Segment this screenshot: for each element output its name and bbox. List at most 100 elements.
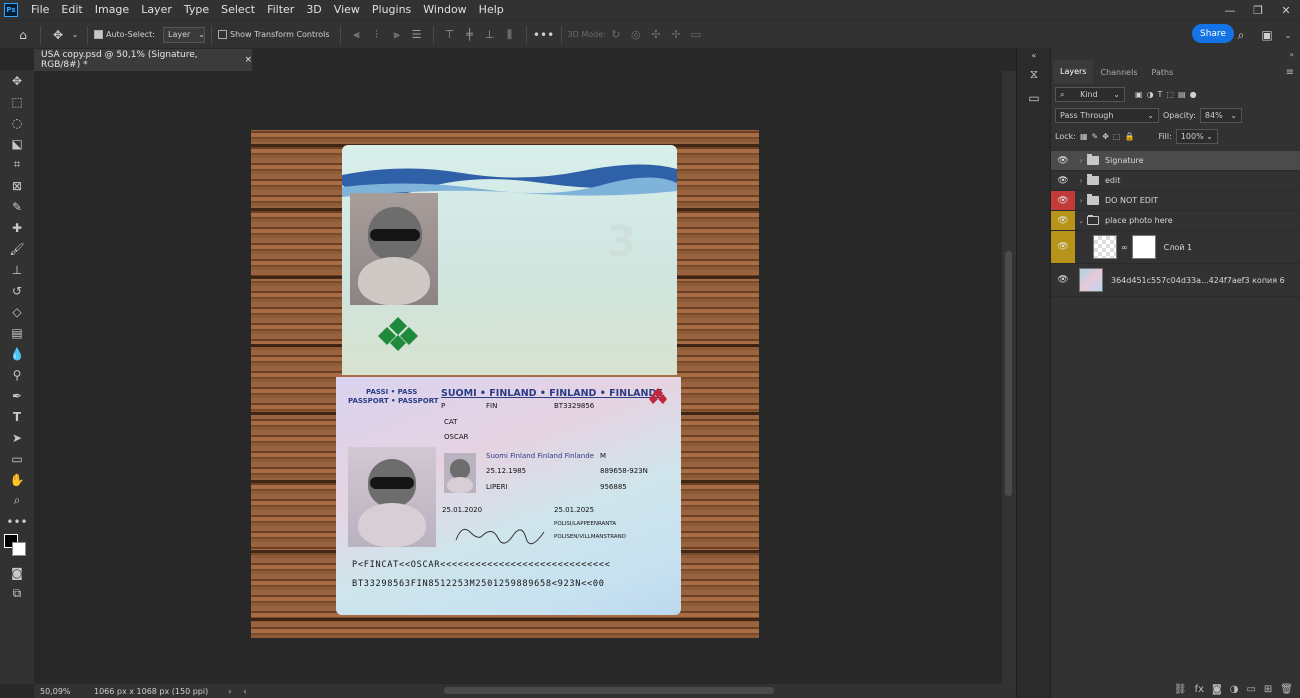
menu-help[interactable]: Help bbox=[473, 0, 510, 20]
filter-toggle-icon[interactable]: ● bbox=[1190, 90, 1197, 99]
align-bottom-icon[interactable]: ⊥ bbox=[480, 25, 500, 45]
dodge-tool-icon[interactable]: ⚲ bbox=[0, 364, 34, 385]
chevron-right-icon[interactable]: › bbox=[228, 687, 231, 696]
lock-pixels-icon[interactable]: ▦ bbox=[1080, 132, 1088, 141]
clone-stamp-tool-icon[interactable]: ⊥ bbox=[0, 259, 34, 280]
tab-channels[interactable]: Channels bbox=[1093, 60, 1144, 84]
new-group-icon[interactable]: ▭ bbox=[1246, 684, 1255, 695]
chevron-down-icon[interactable]: ⌄ bbox=[1282, 24, 1294, 46]
zoom-tool-icon[interactable]: ⌕ bbox=[0, 490, 34, 511]
brush-tool-icon[interactable]: 🖌 bbox=[0, 238, 34, 259]
link-layers-icon[interactable]: ⛓ bbox=[1174, 684, 1187, 695]
checkbox-checked-icon[interactable] bbox=[94, 30, 103, 39]
path-selection-tool-icon[interactable]: ➤ bbox=[0, 427, 34, 448]
history-panel-icon[interactable]: ⧖ bbox=[1017, 62, 1051, 86]
share-button[interactable]: Share bbox=[1192, 24, 1234, 43]
document-tab[interactable]: USA copy.psd @ 50,1% (Signature, RGB/8#)… bbox=[34, 49, 252, 71]
menu-select[interactable]: Select bbox=[215, 0, 261, 20]
new-layer-icon[interactable]: ⊞ bbox=[1264, 684, 1272, 695]
rectangle-tool-icon[interactable]: ▭ bbox=[0, 448, 34, 469]
color-swatches[interactable] bbox=[0, 532, 34, 562]
eye-icon[interactable]: 👁 bbox=[1051, 231, 1075, 263]
frame-tool-icon[interactable]: ⊠ bbox=[0, 175, 34, 196]
document-canvas[interactable]: 3 PASSI • PASS PASSPORT • PASSPORT SUOMI… bbox=[251, 130, 759, 638]
menu-plugins[interactable]: Plugins bbox=[366, 0, 417, 20]
panel-menu-icon[interactable]: ≡ bbox=[1286, 67, 1294, 78]
object-select-tool-icon[interactable]: ⬕ bbox=[0, 133, 34, 154]
fill-input[interactable]: 100% ⌄ bbox=[1175, 129, 1218, 144]
restore-button[interactable]: ❐ bbox=[1244, 0, 1272, 20]
layer-row-sloy-1[interactable]: 👁 ∞ Слой 1 bbox=[1051, 231, 1300, 264]
distribute-icon[interactable]: ☰ bbox=[407, 25, 427, 45]
healing-brush-tool-icon[interactable]: ✚ bbox=[0, 217, 34, 238]
menu-type[interactable]: Type bbox=[178, 0, 215, 20]
layer-row-place-photo-here[interactable]: 👁 ⌄ place photo here bbox=[1051, 211, 1300, 231]
lock-position-icon[interactable]: ✥ bbox=[1102, 132, 1109, 141]
menu-window[interactable]: Window bbox=[417, 0, 472, 20]
lock-paint-icon[interactable]: ✎ bbox=[1092, 132, 1099, 141]
filter-adjustment-icon[interactable]: ◑ bbox=[1147, 90, 1154, 99]
lock-all-icon[interactable]: 🔒 bbox=[1124, 132, 1134, 141]
crop-tool-icon[interactable]: ⌗ bbox=[0, 154, 34, 175]
home-icon[interactable]: ⌂ bbox=[12, 24, 34, 46]
lock-artboard-icon[interactable]: ⬚ bbox=[1113, 132, 1121, 141]
comments-panel-icon[interactable]: ▭ bbox=[1017, 86, 1051, 110]
layer-row-signature[interactable]: 👁 › Signature bbox=[1051, 151, 1300, 171]
hand-tool-icon[interactable]: ✋ bbox=[0, 469, 34, 490]
chevron-left-icon[interactable]: ‹ bbox=[243, 687, 246, 696]
search-icon[interactable]: ⌕ bbox=[1230, 24, 1252, 46]
scroll-thumb[interactable] bbox=[1005, 251, 1012, 496]
blend-mode-dropdown[interactable]: Pass Through ⌄ bbox=[1055, 108, 1159, 123]
background-color-swatch[interactable] bbox=[12, 542, 26, 556]
filter-shape-icon[interactable]: ⬚ bbox=[1166, 90, 1174, 99]
tab-paths[interactable]: Paths bbox=[1145, 60, 1181, 84]
align-top-icon[interactable]: ⊤ bbox=[440, 25, 460, 45]
move-tool-icon[interactable]: ✥ bbox=[47, 24, 69, 46]
layer-row-edit[interactable]: 👁 › edit bbox=[1051, 171, 1300, 191]
chevron-down-icon[interactable]: ⌄ bbox=[1075, 217, 1087, 225]
layer-row-do-not-edit[interactable]: 👁 › DO NOT EDIT bbox=[1051, 191, 1300, 211]
vertical-scrollbar[interactable] bbox=[1002, 71, 1016, 684]
menu-file[interactable]: File bbox=[25, 0, 55, 20]
workspace-icon[interactable]: ▣ bbox=[1256, 24, 1278, 46]
lasso-tool-icon[interactable]: ◌ bbox=[0, 112, 34, 133]
delete-layer-icon[interactable]: 🗑 bbox=[1280, 684, 1293, 695]
filter-smart-object-icon[interactable]: ▤ bbox=[1178, 90, 1186, 99]
eye-icon[interactable]: 👁 bbox=[1051, 151, 1075, 170]
opacity-input[interactable]: 84% ⌄ bbox=[1199, 108, 1242, 123]
3d-roll-icon[interactable]: ◎ bbox=[626, 25, 646, 45]
auto-select-toggle[interactable]: Auto-Select: bbox=[94, 30, 155, 39]
eye-icon[interactable]: 👁 bbox=[1051, 191, 1075, 210]
checkbox-unchecked-icon[interactable] bbox=[217, 30, 227, 39]
canvas-area[interactable]: 3 PASSI • PASS PASSPORT • PASSPORT SUOMI… bbox=[34, 71, 1002, 684]
history-brush-tool-icon[interactable]: ↺ bbox=[0, 280, 34, 301]
chevron-right-icon[interactable]: › bbox=[1075, 157, 1087, 165]
chevron-right-icon[interactable]: › bbox=[1075, 177, 1087, 185]
zoom-level[interactable]: 50,09% bbox=[40, 687, 84, 696]
menu-3d[interactable]: 3D bbox=[300, 0, 327, 20]
3d-scale-icon[interactable]: ▭ bbox=[686, 25, 706, 45]
close-window-button[interactable]: ✕ bbox=[1272, 0, 1300, 20]
expand-panels-icon[interactable]: « bbox=[1017, 48, 1051, 62]
eraser-tool-icon[interactable]: ◇ bbox=[0, 301, 34, 322]
show-transform-toggle[interactable]: Show Transform Controls bbox=[217, 30, 330, 39]
auto-select-target-dropdown[interactable]: Layer ⌄ bbox=[162, 26, 205, 43]
3d-rotate-icon[interactable]: ↻ bbox=[606, 25, 626, 45]
gradient-tool-icon[interactable]: ▤ bbox=[0, 322, 34, 343]
3d-pan-icon[interactable]: ✣ bbox=[646, 25, 666, 45]
chevron-right-icon[interactable]: › bbox=[1075, 197, 1087, 205]
layer-thumbnail[interactable] bbox=[1093, 235, 1117, 259]
3d-slide-icon[interactable]: ✢ bbox=[666, 25, 686, 45]
filter-pixel-icon[interactable]: ▣ bbox=[1135, 90, 1143, 99]
align-right-icon[interactable]: ⫸ bbox=[387, 25, 407, 45]
type-tool-icon[interactable]: T bbox=[0, 406, 34, 427]
close-tab-icon[interactable]: × bbox=[244, 55, 252, 65]
screen-mode-icon[interactable]: ⧉ bbox=[0, 583, 34, 604]
blur-tool-icon[interactable]: 💧 bbox=[0, 343, 34, 364]
horizontal-scroll-thumb[interactable] bbox=[444, 687, 774, 694]
filter-kind-dropdown[interactable]: ⌕ Kind ⌄ bbox=[1055, 87, 1125, 102]
minimize-button[interactable]: — bbox=[1216, 0, 1244, 20]
menu-filter[interactable]: Filter bbox=[261, 0, 300, 20]
layer-thumbnail[interactable] bbox=[1079, 268, 1103, 292]
photoshop-logo-icon[interactable]: Ps bbox=[4, 3, 18, 17]
